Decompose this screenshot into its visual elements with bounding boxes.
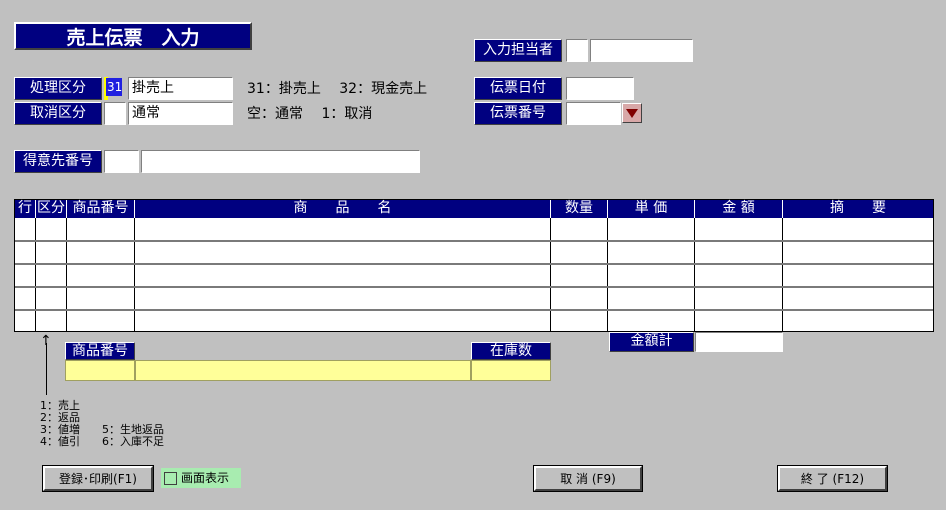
processing-type-code-field[interactable]: 31	[106, 78, 122, 96]
lookup-stock-label: 在庫数	[471, 342, 551, 360]
total-amount-label: 金額計	[609, 332, 694, 352]
column-header-line: 行	[15, 200, 36, 218]
exit-button[interactable]: 終 了 (F12)	[777, 465, 888, 492]
register-print-button[interactable]: 登録･印刷(F1)	[42, 465, 154, 492]
table-row[interactable]	[15, 242, 933, 263]
input-person-code-field[interactable]	[566, 39, 588, 62]
arrow-line	[46, 343, 47, 395]
triangle-down-icon	[626, 109, 638, 118]
cancel-type-code-field[interactable]	[104, 102, 126, 125]
slip-number-label: 伝票番号	[474, 102, 562, 125]
screen-display-label: 画面表示	[181, 471, 230, 485]
total-amount-field	[695, 332, 783, 352]
slip-number-dropdown-button[interactable]	[622, 103, 642, 123]
input-person-name-field[interactable]	[590, 39, 693, 62]
customer-number-label: 得意先番号	[14, 150, 102, 173]
checkbox-icon[interactable]	[164, 472, 177, 485]
up-arrow-icon: ↑	[40, 333, 52, 349]
cancel-type-name-field[interactable]: 通常	[128, 102, 233, 125]
slip-number-field[interactable]	[566, 102, 621, 125]
cancel-type-hint: 空：通常 1：取消	[247, 106, 373, 122]
screen-display-checkbox[interactable]: 画面表示	[161, 468, 241, 488]
table-row[interactable]	[15, 218, 933, 240]
slip-date-label: 伝票日付	[474, 77, 562, 100]
column-header-unit-price: 単 価	[608, 200, 695, 218]
column-header-amount: 金 額	[695, 200, 783, 218]
column-header-remarks: 摘 要	[783, 200, 933, 218]
column-header-category: 区分	[36, 200, 67, 218]
table-row[interactable]	[15, 288, 933, 309]
processing-type-name-field[interactable]: 掛売上	[128, 77, 233, 100]
column-header-product-name: 商 品 名	[135, 200, 551, 218]
table-row[interactable]	[15, 265, 933, 286]
processing-type-label: 処理区分	[14, 77, 102, 100]
detail-table: 行 区分 商品番号 商 品 名 数量 単 価 金 額 摘 要	[14, 199, 934, 332]
lookup-product-name-field[interactable]	[135, 360, 471, 381]
cancel-type-label: 取消区分	[14, 102, 102, 125]
input-person-label: 入力担当者	[474, 39, 562, 62]
lookup-product-code-field[interactable]	[65, 360, 135, 381]
column-header-product-number: 商品番号	[67, 200, 135, 218]
lookup-stock-field	[471, 360, 551, 381]
lookup-product-number-label: 商品番号	[65, 342, 135, 360]
cancel-button[interactable]: 取 消 (F9)	[533, 465, 643, 492]
page-title: 売上伝票 入力	[14, 22, 252, 50]
table-row[interactable]	[15, 311, 933, 331]
slip-date-field[interactable]	[566, 77, 634, 100]
legend-line: 4：値引 6：入庫不足	[40, 435, 164, 448]
column-header-quantity: 数量	[551, 200, 608, 218]
customer-name-field[interactable]	[141, 150, 420, 173]
customer-code-field[interactable]	[104, 150, 139, 173]
processing-type-hint: 31：掛売上 32：現金売上	[247, 81, 428, 97]
